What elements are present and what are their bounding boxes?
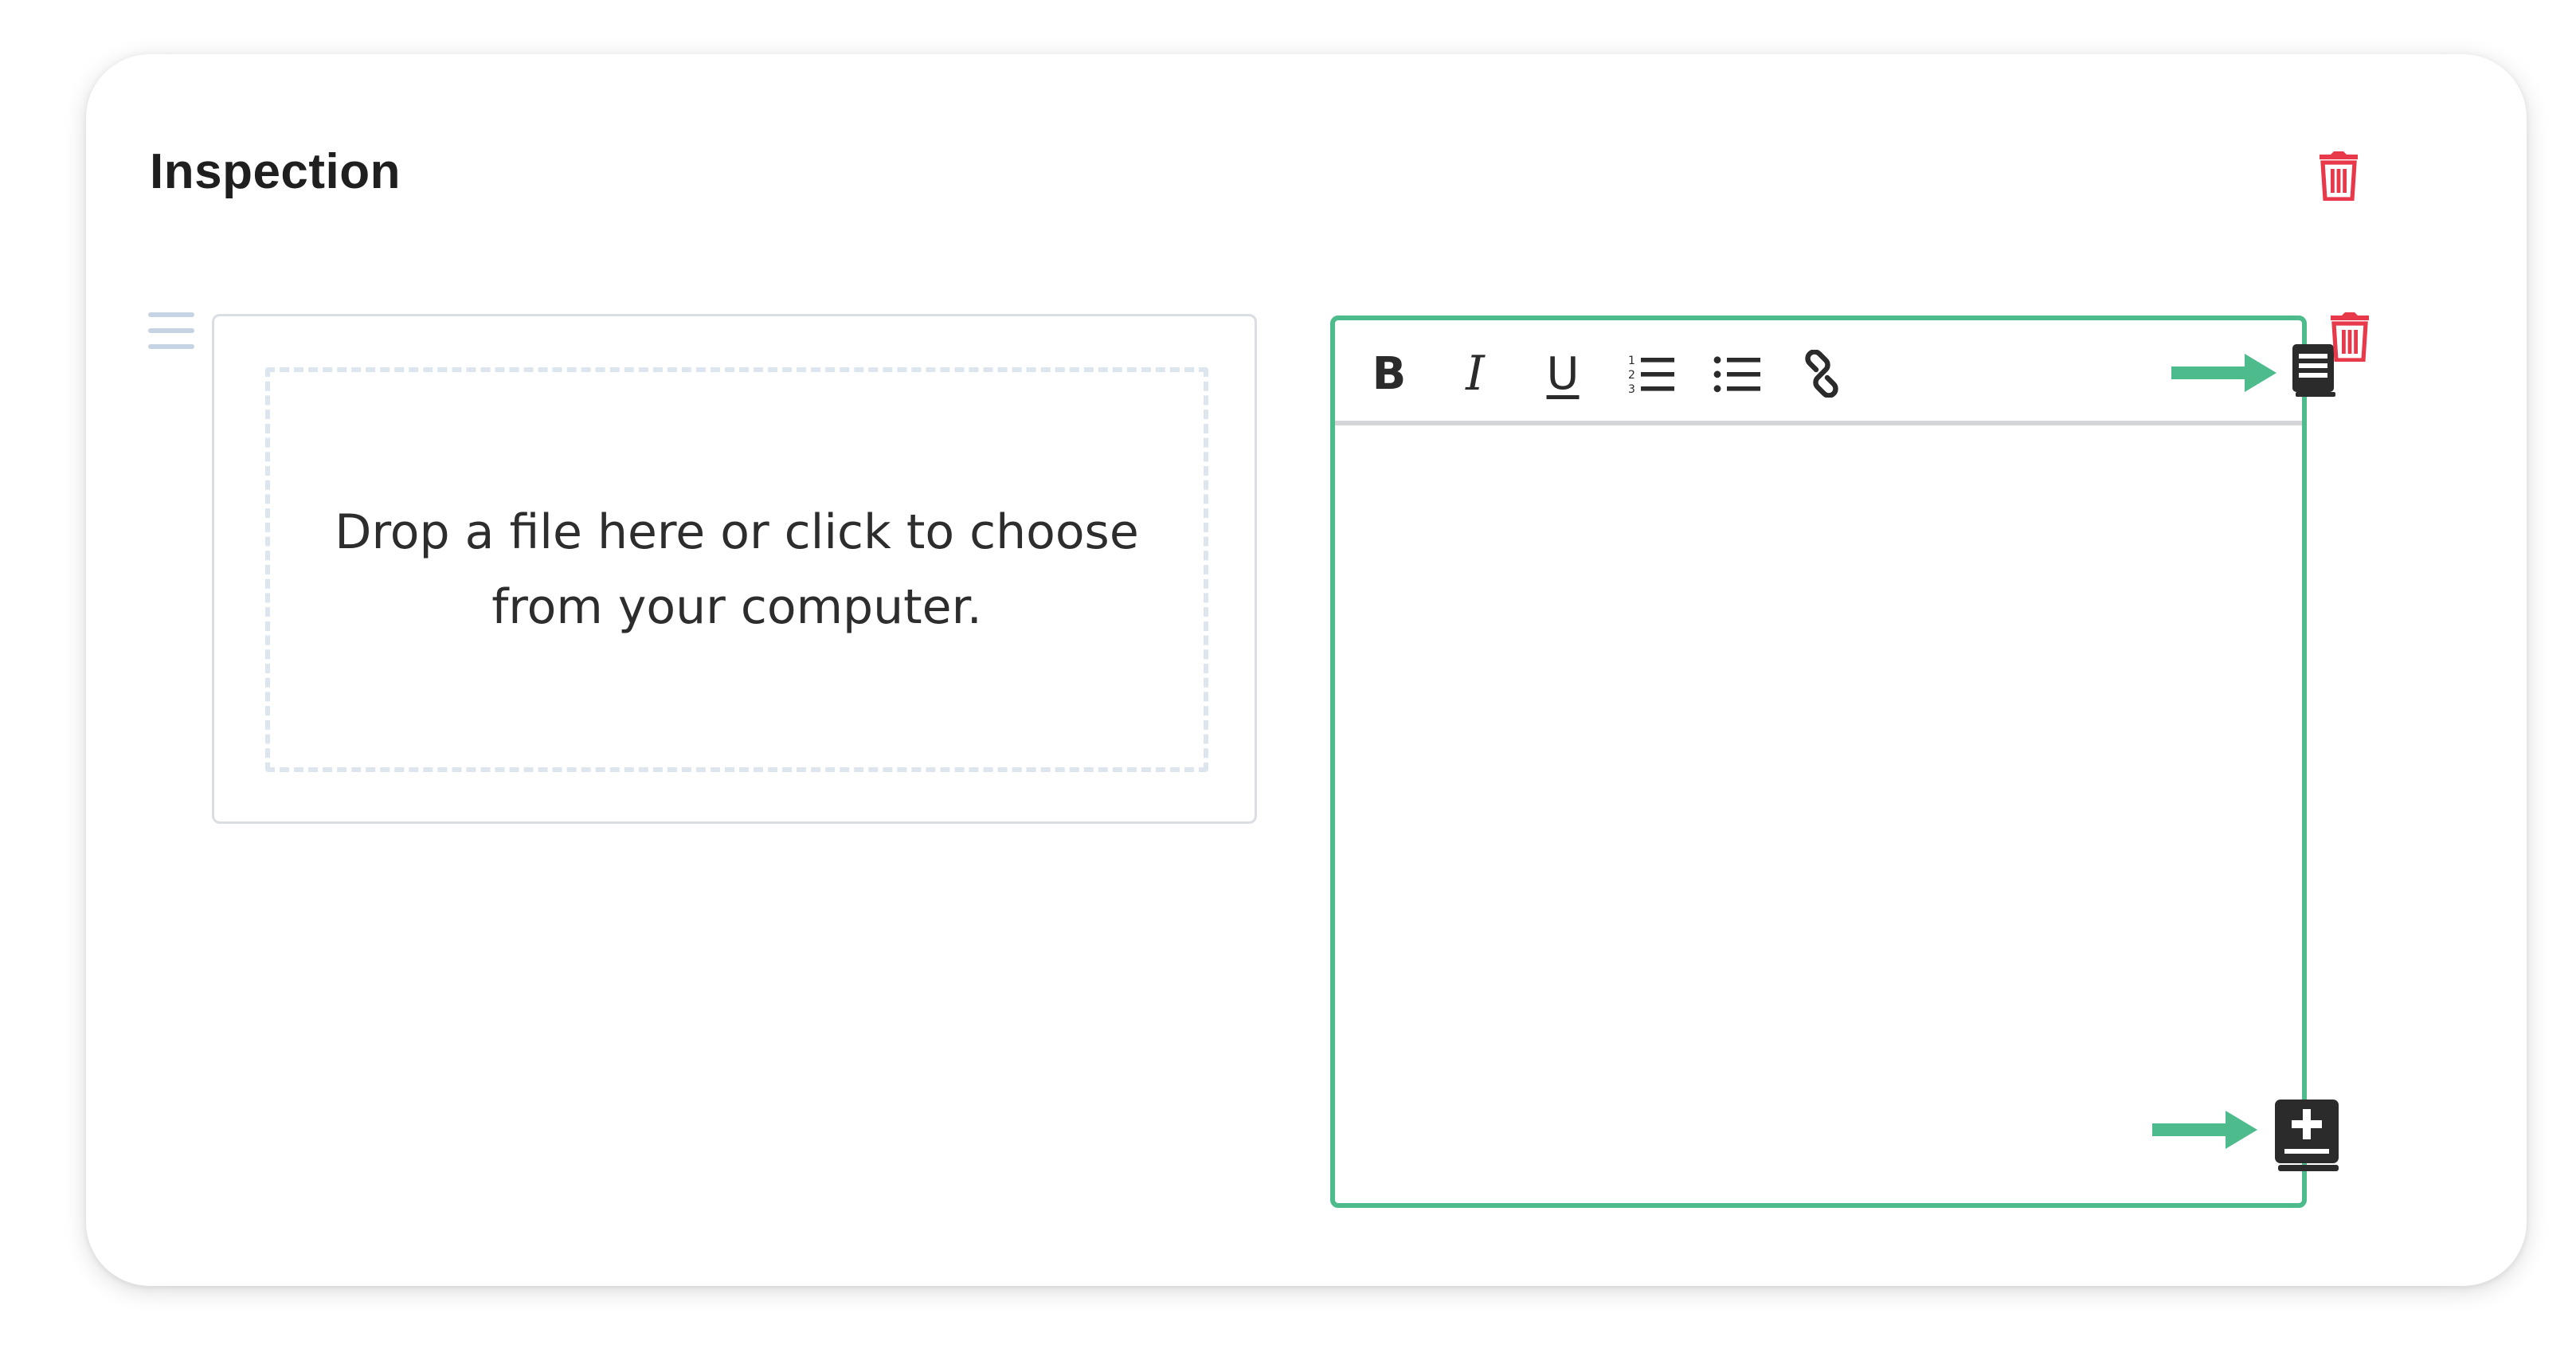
delete-row-button[interactable] [2327,311,2372,362]
svg-text:2: 2 [1628,369,1635,382]
ordered-list-icon: 1 2 3 [1628,355,1674,396]
editor-toolbar: B I U 1 2 3 [1335,320,2335,425]
arrow-indicator-bottom [2152,1111,2257,1149]
ordered-list-button[interactable]: 1 2 3 [1625,349,1678,398]
svg-text:3: 3 [1628,383,1635,396]
dropzone-text: Drop a file here or click to choose from… [335,504,1139,635]
arrow-right-icon [2171,354,2277,392]
section-title: Inspection [150,144,401,199]
link-button[interactable] [1795,349,1848,398]
rich-text-editor: B I U 1 2 3 [1330,316,2339,1208]
svg-text:1: 1 [1628,355,1635,367]
book-plus-icon [2275,1100,2339,1171]
unordered-list-button[interactable] [1711,349,1764,398]
file-dropzone[interactable]: Drop a file here or click to choose from… [265,367,1208,772]
drag-handle[interactable] [148,312,194,352]
editor-text-area[interactable] [1335,425,2302,1087]
trash-icon [2331,312,2369,362]
drag-handle-icon [148,312,194,317]
underline-button[interactable]: U [1539,348,1587,400]
add-to-library-button[interactable] [2273,1098,2342,1174]
delete-section-button[interactable] [2316,150,2361,201]
arrow-right-icon [2152,1111,2257,1149]
unordered-list-icon [1713,356,1760,393]
image-upload-panel: Drop a file here or click to choose from… [212,314,1257,824]
trash-icon [2320,151,2358,201]
bold-button[interactable]: B [1367,348,1411,400]
arrow-indicator-top [2171,354,2277,392]
link-icon [1805,350,1838,398]
italic-button[interactable]: I [1453,346,1497,402]
